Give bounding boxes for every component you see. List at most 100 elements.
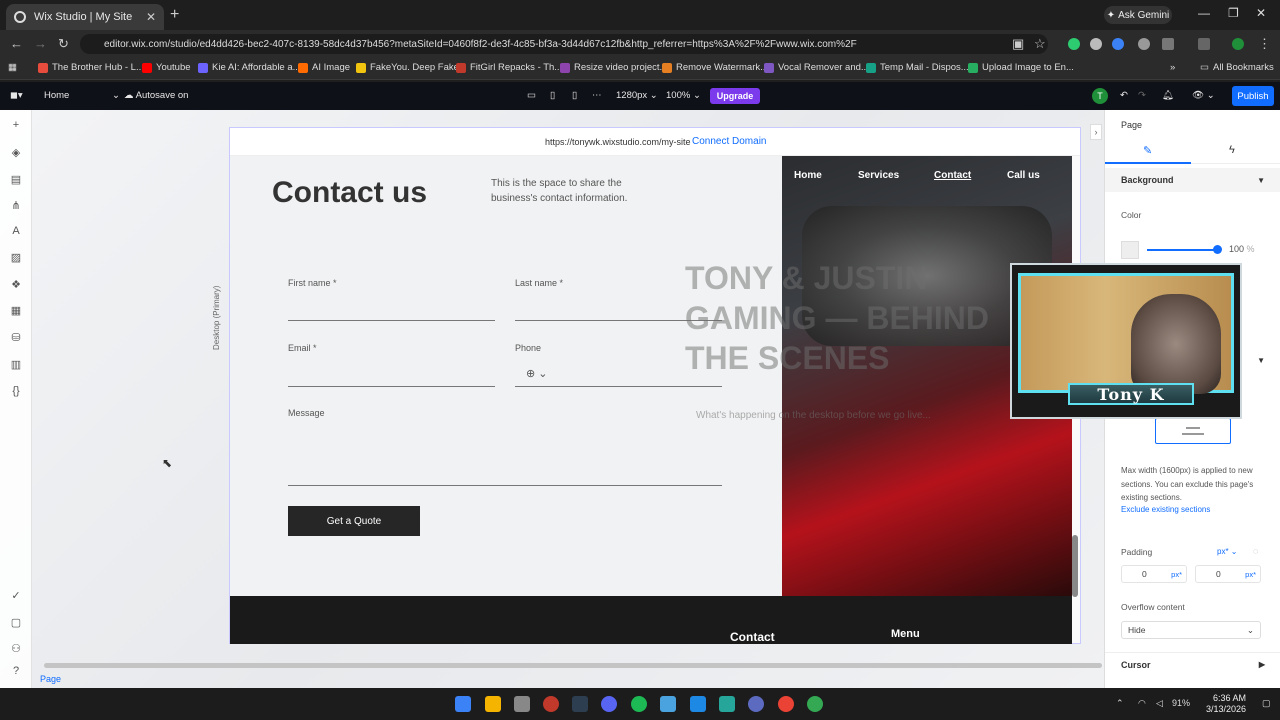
volume-icon[interactable]: ◁ <box>1156 698 1163 709</box>
connect-domain-link[interactable]: Connect Domain <box>692 136 766 147</box>
nav-home[interactable]: Home <box>794 170 822 181</box>
browser-tab[interactable]: Wix Studio | My Site ✕ <box>6 4 164 30</box>
email-field[interactable] <box>288 386 495 387</box>
app-icon[interactable] <box>690 696 706 712</box>
site-footer[interactable]: Contact Menu <box>230 596 1072 644</box>
bookmark-item[interactable]: Vocal Remover and... <box>764 62 869 73</box>
ask-gemini-button[interactable]: ✦ Ask Gemini <box>1104 6 1172 24</box>
site-canvas[interactable]: https://tonywk.wixstudio.com/my-site Con… <box>229 127 1081 644</box>
windows-start-icon[interactable] <box>455 696 471 712</box>
sidepanel-icon[interactable] <box>1198 38 1210 50</box>
desktop-view-icon[interactable]: ▭ <box>527 90 536 101</box>
chrome-menu-icon[interactable]: ⋮ <box>1258 36 1271 52</box>
maximize-icon[interactable]: ❐ <box>1228 6 1239 20</box>
wifi-icon[interactable]: ◠ <box>1138 698 1146 709</box>
extension-icon[interactable] <box>1112 38 1124 50</box>
site-structure-icon[interactable]: ⋔ <box>9 198 23 212</box>
more-bookmarks-icon[interactable]: » <box>1170 62 1175 73</box>
app-icon[interactable] <box>543 696 559 712</box>
bookmark-item[interactable]: Remove Watermark... <box>662 62 768 73</box>
nav-contact[interactable]: Contact <box>934 170 971 181</box>
battery-status[interactable]: 91% <box>1172 698 1190 708</box>
system-clock[interactable]: 6:36 AM 3/13/2026 <box>1206 693 1246 715</box>
bookmark-item[interactable]: The Brother Hub - L... <box>38 62 144 73</box>
get-a-quote-button[interactable]: Get a Quote <box>288 506 420 536</box>
bookmark-star-icon[interactable]: ☆ <box>1034 36 1046 52</box>
bookmark-item[interactable]: FitGirl Repacks - Th... <box>456 62 562 73</box>
interactions-bolt-icon[interactable]: ϟ <box>1229 144 1235 156</box>
close-window-icon[interactable]: ✕ <box>1256 6 1266 20</box>
all-bookmarks[interactable]: ▭ All Bookmarks <box>1200 62 1274 73</box>
exclude-sections-link[interactable]: Exclude existing sections <box>1121 505 1210 514</box>
close-tab-icon[interactable]: ✕ <box>146 10 156 24</box>
tables-icon[interactable]: ▥ <box>9 357 23 371</box>
preview-eye-icon[interactable]: 👁︎ ⌄ <box>1192 90 1215 101</box>
chrome-icon[interactable] <box>778 696 794 712</box>
page-selector[interactable]: Home ⌄ <box>44 90 120 101</box>
nav-services[interactable]: Services <box>858 170 899 181</box>
breakpoint-width[interactable]: 1280px ⌄ <box>616 90 658 101</box>
first-name-field[interactable] <box>288 320 495 321</box>
cursor-section[interactable]: Cursor ▶ <box>1105 652 1280 676</box>
layers-icon[interactable]: ◈ <box>9 145 23 159</box>
app-icon[interactable] <box>748 696 764 712</box>
address-bar[interactable]: editor.wix.com/studio/ed4dd426-bec2-407c… <box>80 34 1048 54</box>
components-icon[interactable]: ❖ <box>9 277 23 291</box>
chevron-right-icon[interactable]: › <box>1090 124 1102 140</box>
background-section[interactable]: Background ▼ <box>1105 168 1280 192</box>
contact-description[interactable]: This is the space to share the business'… <box>491 176 651 206</box>
more-breakpoints-icon[interactable]: ⋯ <box>592 90 602 101</box>
app-icon[interactable] <box>719 696 735 712</box>
bookmark-item[interactable]: Kie AI: Affordable a... <box>198 62 301 73</box>
apps-grid-icon[interactable]: ▦ <box>8 62 17 73</box>
opacity-value[interactable]: 100 % <box>1229 244 1255 254</box>
add-elements-icon[interactable]: + <box>9 118 23 132</box>
bookmark-item[interactable]: Temp Mail - Dispos... <box>866 62 969 73</box>
pages-icon[interactable]: ▤ <box>9 172 23 186</box>
minimize-icon[interactable]: — <box>1198 6 1210 20</box>
steam-icon[interactable] <box>572 696 588 712</box>
apps-icon[interactable]: ▦ <box>9 303 23 317</box>
puzzle-icon[interactable] <box>1162 38 1174 50</box>
avatar[interactable]: T <box>1092 88 1108 104</box>
mobile-view-icon[interactable]: ▯ <box>572 90 577 101</box>
spotify-icon[interactable] <box>631 696 647 712</box>
tablet-view-icon[interactable]: ▯ <box>550 90 555 101</box>
link-padding-icon[interactable]: ◌ <box>1253 546 1258 556</box>
extension-icon[interactable] <box>1068 38 1080 50</box>
upgrade-button[interactable]: Upgrade <box>710 88 760 104</box>
code-icon[interactable]: {} <box>9 384 23 398</box>
chrome-icon[interactable] <box>807 696 823 712</box>
file-explorer-icon[interactable] <box>485 696 501 712</box>
tray-chevron-icon[interactable]: ⌃ <box>1116 698 1124 709</box>
message-field[interactable] <box>288 485 722 486</box>
help-icon[interactable]: ? <box>9 664 23 678</box>
bookmark-item[interactable]: AI Image <box>298 62 350 73</box>
bookmark-item[interactable]: Youtube <box>142 62 191 73</box>
publish-button[interactable]: Publish <box>1232 86 1274 106</box>
opacity-slider-handle[interactable] <box>1213 245 1222 254</box>
nav-call-us[interactable]: Call us <box>1007 170 1040 181</box>
contact-heading[interactable]: Contact us <box>272 176 427 210</box>
horizontal-scrollbar[interactable] <box>44 663 1102 668</box>
padding-bottom-input[interactable]: 0 px* <box>1195 565 1261 583</box>
canvas-scrollbar-thumb[interactable] <box>1072 535 1078 597</box>
color-swatch[interactable] <box>1121 241 1139 259</box>
checklist-icon[interactable]: ✓ <box>9 588 23 602</box>
discord-icon[interactable] <box>601 696 617 712</box>
text-styles-icon[interactable]: A <box>9 224 23 238</box>
notifications-icon[interactable]: 🔔︎ <box>1162 90 1174 101</box>
padding-top-input[interactable]: 0 px* <box>1121 565 1187 583</box>
app-icon[interactable] <box>660 696 676 712</box>
phone-field[interactable] <box>515 386 722 387</box>
community-icon[interactable]: ⚇ <box>9 641 23 655</box>
design-brush-icon[interactable]: ✎ <box>1143 144 1152 157</box>
forward-icon[interactable]: → <box>34 36 47 51</box>
opacity-slider[interactable] <box>1147 249 1219 251</box>
back-icon[interactable]: ← <box>10 36 23 51</box>
reload-icon[interactable]: ↻ <box>58 36 69 52</box>
profile-avatar[interactable] <box>1232 38 1244 50</box>
wix-logo-icon[interactable]: ◼▾ <box>10 90 23 101</box>
shield-extension-icon[interactable] <box>1138 38 1150 50</box>
bookmark-item[interactable]: Resize video project... <box>560 62 667 73</box>
